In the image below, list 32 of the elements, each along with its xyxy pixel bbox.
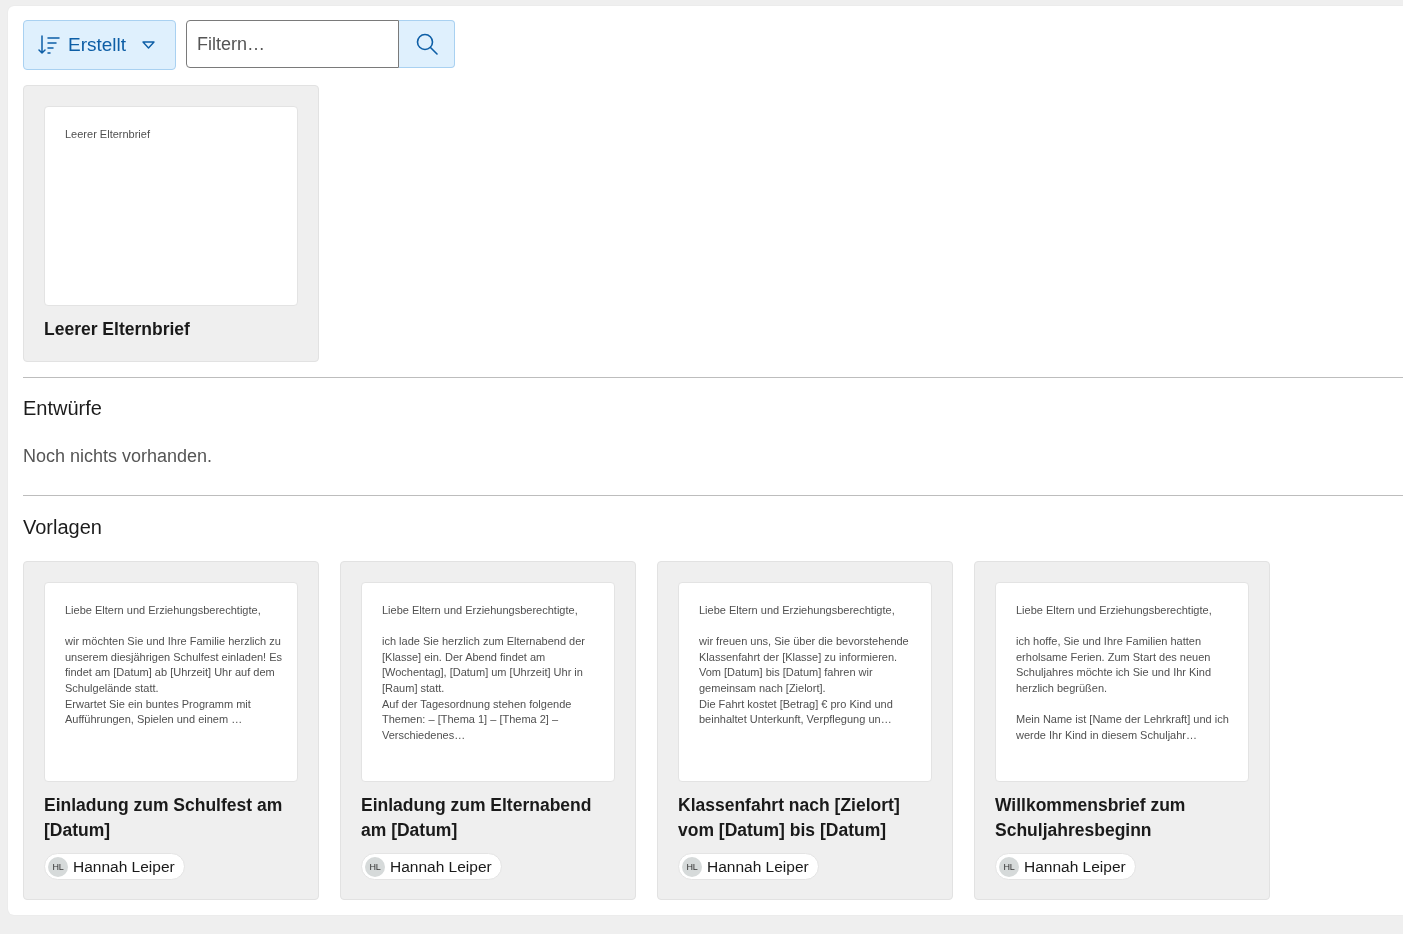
section-heading: Entwürfe: [23, 396, 103, 421]
author-name: Hannah Leiper: [390, 857, 492, 876]
card-title: Leerer Elternbrief: [44, 318, 190, 341]
section-heading: Vorlagen: [23, 515, 103, 540]
author-name: Hannah Leiper: [73, 857, 175, 876]
initials-avatar: HL: [999, 856, 1019, 877]
empty-message: Noch nichts vorhanden.: [23, 445, 214, 468]
initials-avatar: HL: [48, 856, 68, 877]
initials-avatar: HL: [682, 856, 702, 877]
filter-field[interactable]: Filtern…: [186, 20, 399, 68]
letter-card[interactable]: [340, 561, 636, 900]
initials-avatar: HL: [365, 856, 385, 877]
letter-card[interactable]: [23, 561, 319, 900]
preview-text: Liebe Eltern und Erziehungsberechtigte, ich lade Sie herzlich zum Elternabend der [Klasse] ein. Der Abend findet am [Wochentag], [Datum] um [Uhrzeit] Uhr in [Raum] statt. Auf der Tagesordnung stehen folgende Themen: – [Thema 1] – [Thema 2] – Verschiedenes…: [382, 603, 586, 743]
letter-card[interactable]: [974, 561, 1270, 900]
caret-icon: [142, 41, 156, 49]
author-name: Hannah Leiper: [707, 857, 809, 876]
sort-icon: [38, 35, 60, 55]
card-title: Einladung zum Elternabend am [Datum]: [361, 794, 593, 842]
search-icon: [415, 33, 438, 55]
preview-text: Liebe Eltern und Erziehungsberechtigte, ich hoffe, Sie und Ihre Familien hatten erholsame Ferien. Zum Start des neuen Schuljahres möchte ich Sie und Ihr Kind herzlich begrüßen. Mein Name ist [Name der Lehrkraft] und ich werde Ihr Kind in diesem Schuljahr…: [1016, 603, 1230, 743]
author-name: Hannah Leiper: [1024, 857, 1126, 876]
card-title: Willkommensbrief zum Schuljahresbeginn: [995, 794, 1187, 842]
letter-card[interactable]: [657, 561, 953, 900]
preview-text: Liebe Eltern und Erziehungsberechtigte, wir freuen uns, Sie über die bevorstehende Klassenfahrt der [Klasse] zu informieren. Vom [Datum] bis [Datum] fahren wir gemeinsam nach [Zielort]. Die Fahrt kostet [Betrag] € pro Kind und beinhaltet Unterkunft, Verpflegung un…: [699, 603, 910, 728]
letter-card[interactable]: Leerer Elternbrief Leerer Elternbrief: [23, 85, 319, 362]
sort-button[interactable]: Erstellt: [23, 20, 176, 70]
card-title: Klassenfahrt nach [Zielort] vom [Datum] bis [Datum]: [678, 794, 901, 842]
preview-text: Leerer Elternbrief: [65, 127, 151, 142]
preview-text: Liebe Eltern und Erziehungsberechtigte, wir möchten Sie und Ihre Familie herzlich zu unserem diesjährigen Schulfest einladen! Es findet am [Datum] ab [Uhrzeit] Uhr auf dem Schulgelände statt. Erwartet Sie ein buntes Programm mit Aufführungen, Spielen und einem …: [65, 603, 283, 728]
card-title: Einladung zum Schulfest am [Datum]: [44, 794, 284, 842]
search-button[interactable]: [399, 20, 455, 68]
